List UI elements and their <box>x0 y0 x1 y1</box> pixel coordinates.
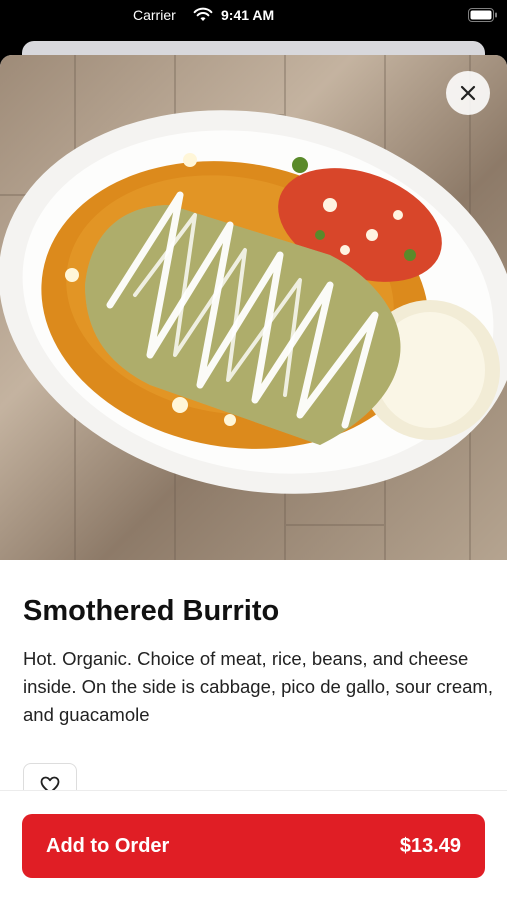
add-to-order-button[interactable]: Add to Order $13.49 <box>22 814 485 878</box>
item-title: Smothered Burrito <box>23 595 280 627</box>
item-photo <box>0 55 507 560</box>
bottom-action-bar: Add to Order $13.49 <box>0 790 507 900</box>
add-to-order-label: Add to Order <box>46 834 170 857</box>
wifi-icon <box>193 7 213 21</box>
item-price: $13.49 <box>399 834 461 857</box>
item-description: Hot. Organic. Choice of meat, rice, bean… <box>23 648 493 725</box>
burrito-photo <box>0 55 507 560</box>
close-button[interactable] <box>446 71 490 115</box>
battery-icon <box>468 8 497 22</box>
clock: 9:41 AM <box>221 7 275 23</box>
close-icon <box>460 85 476 101</box>
item-detail-sheet: Smothered Burrito Hot. Organic. Choice o… <box>0 55 507 900</box>
carrier-label: Carrier <box>133 7 176 23</box>
status-bar: Carrier 9:41 AM <box>0 0 507 32</box>
